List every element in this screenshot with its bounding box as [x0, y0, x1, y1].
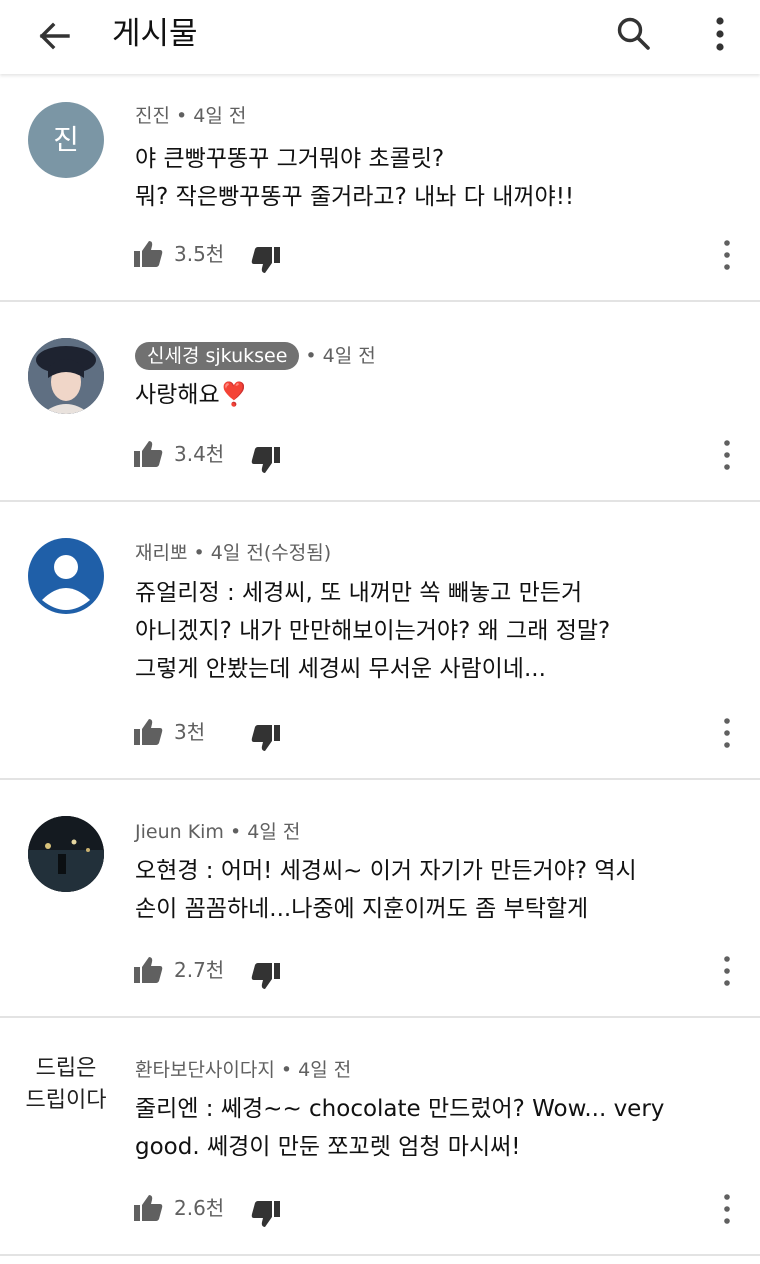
thumbs-up-icon[interactable]: [132, 438, 164, 470]
avatar[interactable]: 진: [28, 102, 104, 178]
thumbs-up-icon[interactable]: [132, 954, 164, 986]
thumbs-down-icon[interactable]: [250, 960, 282, 992]
divider: [0, 1254, 760, 1256]
comment-item: 드립은 드립이다 환타보단사이다지 • 4일 전 줄리엔 : 쎄경~~ choc…: [0, 1018, 760, 1254]
profile-photo: [28, 338, 104, 414]
comment-text: 쥬얼리정 : 세경씨, 또 내꺼만 쏙 빼놓고 만든거 아니겠지? 내가 만만해…: [135, 580, 611, 682]
comment-item: Jieun Kim • 4일 전 오현경 : 어머! 세경씨~ 이거 자기가 만…: [0, 780, 760, 1016]
comment-author[interactable]: 환타보단사이다지: [135, 1059, 275, 1081]
like-count: 3천: [174, 720, 206, 744]
thumbs-up-icon[interactable]: [132, 716, 164, 748]
page-title: 게시물: [112, 16, 198, 52]
like-count: 2.6천: [174, 1196, 225, 1220]
default-avatar-icon: [42, 555, 90, 610]
comment-meta: 진진 • 4일 전: [135, 105, 247, 127]
comment-author[interactable]: 진진: [135, 105, 170, 127]
thumbs-down-icon[interactable]: [250, 444, 282, 476]
comment-more-icon[interactable]: [712, 954, 742, 988]
comment-text: 야 큰빵꾸똥꾸 그거뭐야 초콜릿? 뭐? 작은빵꾸똥꾸 줄거라고? 내놔 다 내…: [135, 146, 575, 210]
comment-time: 4일 전: [247, 821, 301, 843]
avatar[interactable]: [28, 538, 104, 614]
comment-actions: 3.5천: [132, 238, 752, 273]
thumbs-up-icon[interactable]: [132, 1192, 164, 1224]
comment-item: 신세경 sjkuksee • 4일 전 사랑해요❣️ 3.4천: [0, 302, 760, 500]
comment-actions: 2.7천: [132, 954, 752, 989]
comment-meta: 환타보단사이다지 • 4일 전: [135, 1059, 352, 1081]
comment-time: 4일 전: [193, 105, 247, 127]
like-count: 3.4천: [174, 442, 225, 466]
avatar[interactable]: 드립은 드립이다: [24, 1052, 108, 1128]
comment-time: 4일 전: [298, 1059, 352, 1081]
comment-actions: 2.6천: [132, 1192, 752, 1227]
thumbs-up-icon[interactable]: [132, 238, 164, 270]
comment-actions: 3.4천: [132, 438, 752, 473]
thumbs-down-icon[interactable]: [250, 722, 282, 754]
like-count: 3.5천: [174, 242, 225, 266]
profile-photo: [28, 816, 104, 892]
comment-author[interactable]: Jieun Kim: [135, 821, 224, 843]
arrow-left-icon[interactable]: [34, 16, 74, 56]
more-vert-icon[interactable]: [700, 14, 740, 54]
app-bar: 게시물: [0, 0, 760, 74]
comment-item: 진 진진 • 4일 전 야 큰빵꾸똥꾸 그거뭐야 초콜릿? 뭐? 작은빵꾸똥꾸 …: [0, 76, 760, 300]
avatar-letter: 진: [53, 123, 79, 156]
thumbs-down-icon[interactable]: [250, 1198, 282, 1230]
avatar[interactable]: [28, 338, 104, 414]
comment-more-icon[interactable]: [712, 716, 742, 750]
comment-meta: 재리뽀 • 4일 전(수정됨): [135, 542, 332, 564]
comment-time: 4일 전(수정됨): [210, 542, 332, 564]
comment-meta: 신세경 sjkuksee • 4일 전: [135, 342, 376, 370]
avatar[interactable]: [28, 816, 104, 892]
comment-meta: Jieun Kim • 4일 전: [135, 821, 301, 843]
comment-actions: 3천: [132, 716, 752, 751]
like-count: 2.7천: [174, 958, 225, 982]
channel-owner-badge[interactable]: 신세경 sjkuksee: [135, 342, 300, 370]
comment-author[interactable]: 재리뽀: [135, 542, 187, 564]
comment-text: 줄리엔 : 쎄경~~ chocolate 만드렀어? Wow... very g…: [135, 1096, 665, 1160]
comment-time: 4일 전: [322, 345, 376, 367]
comment-item: 재리뽀 • 4일 전(수정됨) 쥬얼리정 : 세경씨, 또 내꺼만 쏙 빼놓고 …: [0, 502, 760, 778]
avatar-text-line: 드립이다: [25, 1087, 107, 1112]
comment-more-icon[interactable]: [712, 238, 742, 272]
comment-more-icon[interactable]: [712, 438, 742, 472]
avatar-text-line: 드립은: [35, 1055, 97, 1080]
search-icon[interactable]: [614, 14, 654, 54]
comment-text: 사랑해요❣️: [135, 382, 249, 408]
comment-text: 오현경 : 어머! 세경씨~ 이거 자기가 만든거야? 역시 손이 꼼꼼하네..…: [135, 858, 637, 922]
comment-more-icon[interactable]: [712, 1192, 742, 1226]
thumbs-down-icon[interactable]: [250, 244, 282, 276]
